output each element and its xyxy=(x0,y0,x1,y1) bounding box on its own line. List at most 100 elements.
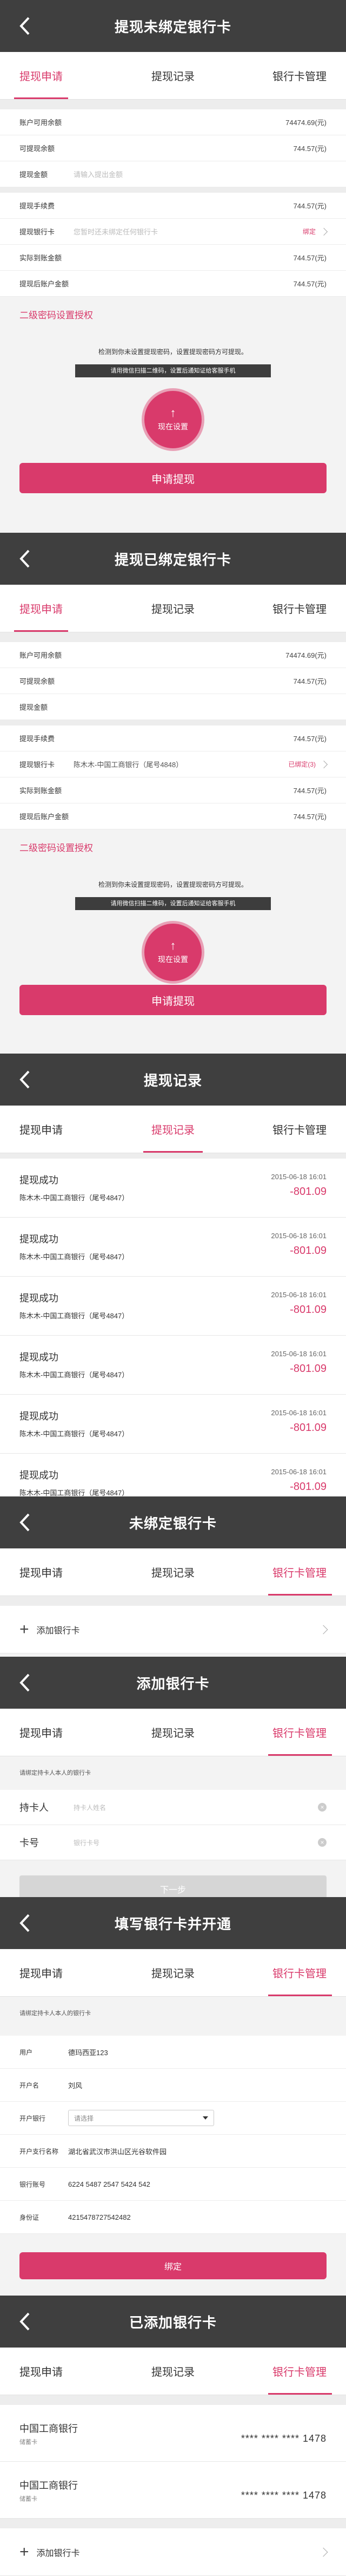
field-value[interactable]: 湖北省武汉市洪山区光谷软件园 xyxy=(68,2146,327,2156)
auth-box: 检测到你未设置提现密码，设置提现密码方可提现。 请用微信扫描二维码，设置后通知证… xyxy=(0,321,346,451)
add-card-button[interactable]: + 添加银行卡 xyxy=(0,1606,346,1653)
record-item[interactable]: 提现成功 陈木木-中国工商银行（尾号4847） 2015-06-18 16:01 -8… xyxy=(0,1159,346,1218)
record-status: 提现成功 xyxy=(19,1293,58,1304)
field-value[interactable]: 刘风 xyxy=(68,2080,327,2090)
record-item[interactable]: 提现成功 陈木木-中国工商银行（尾号4847） 2015-06-18 16:01 -8… xyxy=(0,1395,346,1454)
row-label: 提现金额 xyxy=(19,171,48,179)
row-bank-card[interactable]: 提现银行卡 陈木木-中国工商银行（尾号4848） 已绑定(3) xyxy=(0,751,346,777)
tab-records[interactable]: 提现记录 xyxy=(122,2348,224,2395)
tab-records[interactable]: 提现记录 xyxy=(122,1709,224,1756)
field-bank[interactable]: 开户银行 请选择 xyxy=(0,2102,346,2135)
chevron-right-icon xyxy=(318,1625,328,1634)
holder-input[interactable]: 持卡人姓名 xyxy=(74,1803,318,1812)
field-id-card[interactable]: 身份证 4215478727542482 xyxy=(0,2201,346,2234)
bind-button[interactable]: 绑定 xyxy=(19,2252,327,2279)
add-card-button[interactable]: + 添加银行卡 xyxy=(0,2528,346,2576)
record-status: 提现成功 xyxy=(19,1352,58,1363)
balance-list: 账户可用余额 74474.69(元) 可提现余额 744.57(元) 提现金额 请输入… xyxy=(0,109,346,187)
back-icon[interactable] xyxy=(14,2311,36,2332)
field-label: 银行账号 xyxy=(19,2180,46,2188)
row-bank-card[interactable]: 提现银行卡 您暂时还未绑定任何银行卡 绑定 xyxy=(0,219,346,245)
auth-text: 检测到你未设置提现密码，设置提现密码方可提现。 xyxy=(98,881,248,888)
back-icon[interactable] xyxy=(14,1512,36,1533)
row-label: 提现后账户金额 xyxy=(19,813,69,821)
tab-apply[interactable]: 提现申请 xyxy=(0,585,122,632)
divider xyxy=(0,100,346,109)
card-placeholder: 您暂时还未绑定任何银行卡 xyxy=(74,228,158,236)
field-branch[interactable]: 开户支行名称 湖北省武汉市洪山区光谷软件园 xyxy=(0,2135,346,2168)
tab-records[interactable]: 提现记录 xyxy=(122,1949,224,1996)
row-value: 744.57(元) xyxy=(293,280,327,288)
tab-cards[interactable]: 银行卡管理 xyxy=(224,1106,346,1153)
field-value[interactable]: 德玛西亚123 xyxy=(68,2047,327,2057)
divider xyxy=(0,187,346,193)
row-actual-amount: 实际到账金额 744.57(元) xyxy=(0,245,346,271)
holder-field[interactable]: 持卡人 持卡人姓名 × xyxy=(0,1790,346,1825)
record-item[interactable]: 提现成功 陈木木-中国工商银行（尾号4847） 2015-06-18 16:01 -8… xyxy=(0,1277,346,1336)
set-now-button[interactable]: ↑ 现在设置 xyxy=(142,921,204,984)
back-icon[interactable] xyxy=(14,1069,36,1090)
field-value[interactable]: 4215478727542482 xyxy=(68,2213,327,2221)
arrow-up-icon: ↑ xyxy=(170,406,176,420)
submit-withdraw-button[interactable]: 申请提现 xyxy=(19,463,327,493)
field-account-number[interactable]: 银行账号 6224 5487 2547 5424 542 xyxy=(0,2168,346,2201)
tab-cards[interactable]: 银行卡管理 xyxy=(224,1709,346,1756)
back-icon[interactable] xyxy=(14,1912,36,1934)
record-amount: -801.09 xyxy=(290,1186,327,1198)
clear-icon[interactable]: × xyxy=(318,1803,327,1812)
screen-fill-card: 填写银行卡并开通 提现申请 提现记录 银行卡管理 请绑定持卡人本人的银行卡 用户… xyxy=(0,1897,346,2296)
tab-bar: 提现申请 提现记录 银行卡管理 xyxy=(0,1949,346,1997)
record-status: 提现成功 xyxy=(19,1175,58,1186)
row-withdraw-amount[interactable]: 提现金额 xyxy=(0,694,346,720)
card-number-field[interactable]: 卡号 银行卡号 × xyxy=(0,1825,346,1860)
clear-icon[interactable]: × xyxy=(318,1838,327,1847)
card-form: 用户 德玛西亚123 开户名 刘风 开户银行 请选择 开户支行名称 湖北省武汉市洪山区… xyxy=(0,2036,346,2234)
row-label: 实际到账金额 xyxy=(19,254,62,262)
field-user[interactable]: 用户 德玛西亚123 xyxy=(0,2036,346,2069)
row-label: 可提现余额 xyxy=(19,677,55,685)
row-label: 提现银行卡 xyxy=(19,228,55,236)
tab-apply[interactable]: 提现申请 xyxy=(0,1949,122,1996)
tab-apply[interactable]: 提现申请 xyxy=(0,1709,122,1756)
back-icon[interactable] xyxy=(14,15,36,37)
tab-bar: 提现申请 提现记录 银行卡管理 xyxy=(0,585,346,632)
record-amount: -801.09 xyxy=(290,1422,327,1434)
bound-count-link[interactable]: 已绑定(3) xyxy=(288,760,316,769)
tab-cards[interactable]: 银行卡管理 xyxy=(224,585,346,632)
screen-no-card: 未绑定银行卡 提现申请 提现记录 银行卡管理 + 添加银行卡 xyxy=(0,1496,346,1657)
tab-apply[interactable]: 提现申请 xyxy=(0,2348,122,2395)
tab-cards[interactable]: 银行卡管理 xyxy=(224,1548,346,1596)
back-icon[interactable] xyxy=(14,548,36,570)
card-number-input[interactable]: 银行卡号 xyxy=(74,1838,318,1847)
row-withdraw-amount[interactable]: 提现金额 请输入提出金额 xyxy=(0,161,346,187)
set-now-button[interactable]: ↑ 现在设置 xyxy=(142,388,204,451)
tab-apply[interactable]: 提现申请 xyxy=(0,1548,122,1596)
record-item[interactable]: 提现成功 陈木木-中国工商银行（尾号4847） 2015-06-18 16:01 -8… xyxy=(0,1218,346,1277)
amount-input[interactable]: 请输入提出金额 xyxy=(74,169,327,179)
set-now-label: 现在设置 xyxy=(158,422,188,431)
tab-apply[interactable]: 提现申请 xyxy=(0,1106,122,1153)
card-item[interactable]: 中国工商银行 储蓄卡 **** **** **** 1478 xyxy=(0,2462,346,2519)
submit-withdraw-button[interactable]: 申请提现 xyxy=(19,985,327,1015)
record-item[interactable]: 提现成功 陈木木-中国工商银行（尾号4847） 2015-06-18 16:01 -8… xyxy=(0,1336,346,1395)
tab-records[interactable]: 提现记录 xyxy=(122,1548,224,1596)
card-item[interactable]: 中国工商银行 储蓄卡 **** **** **** 1478 xyxy=(0,2405,346,2462)
tab-apply[interactable]: 提现申请 xyxy=(0,52,122,99)
tab-records[interactable]: 提现记录 xyxy=(122,585,224,632)
bind-link[interactable]: 绑定 xyxy=(303,227,316,236)
field-account-name[interactable]: 开户名 刘风 xyxy=(0,2069,346,2102)
record-date: 2015-06-18 16:01 xyxy=(271,1350,327,1358)
record-bank: 陈木木-中国工商银行（尾号4847） xyxy=(19,1194,129,1202)
auth-section-title: 二级密码设置授权 xyxy=(19,310,93,321)
tab-cards[interactable]: 银行卡管理 xyxy=(224,52,346,99)
record-bank: 陈木木-中国工商银行（尾号4847） xyxy=(19,1253,129,1261)
tab-records[interactable]: 提现记录 xyxy=(122,52,224,99)
record-status: 提现成功 xyxy=(19,1470,58,1481)
field-value[interactable]: 6224 5487 2547 5424 542 xyxy=(68,2180,327,2188)
bank-select[interactable]: 请选择 xyxy=(68,2110,214,2126)
tab-cards[interactable]: 银行卡管理 xyxy=(224,1949,346,1996)
tab-records[interactable]: 提现记录 xyxy=(122,1106,224,1153)
back-icon[interactable] xyxy=(14,1672,36,1694)
title-bar: 填写银行卡并开通 xyxy=(0,1897,346,1949)
tab-cards[interactable]: 银行卡管理 xyxy=(224,2348,346,2395)
